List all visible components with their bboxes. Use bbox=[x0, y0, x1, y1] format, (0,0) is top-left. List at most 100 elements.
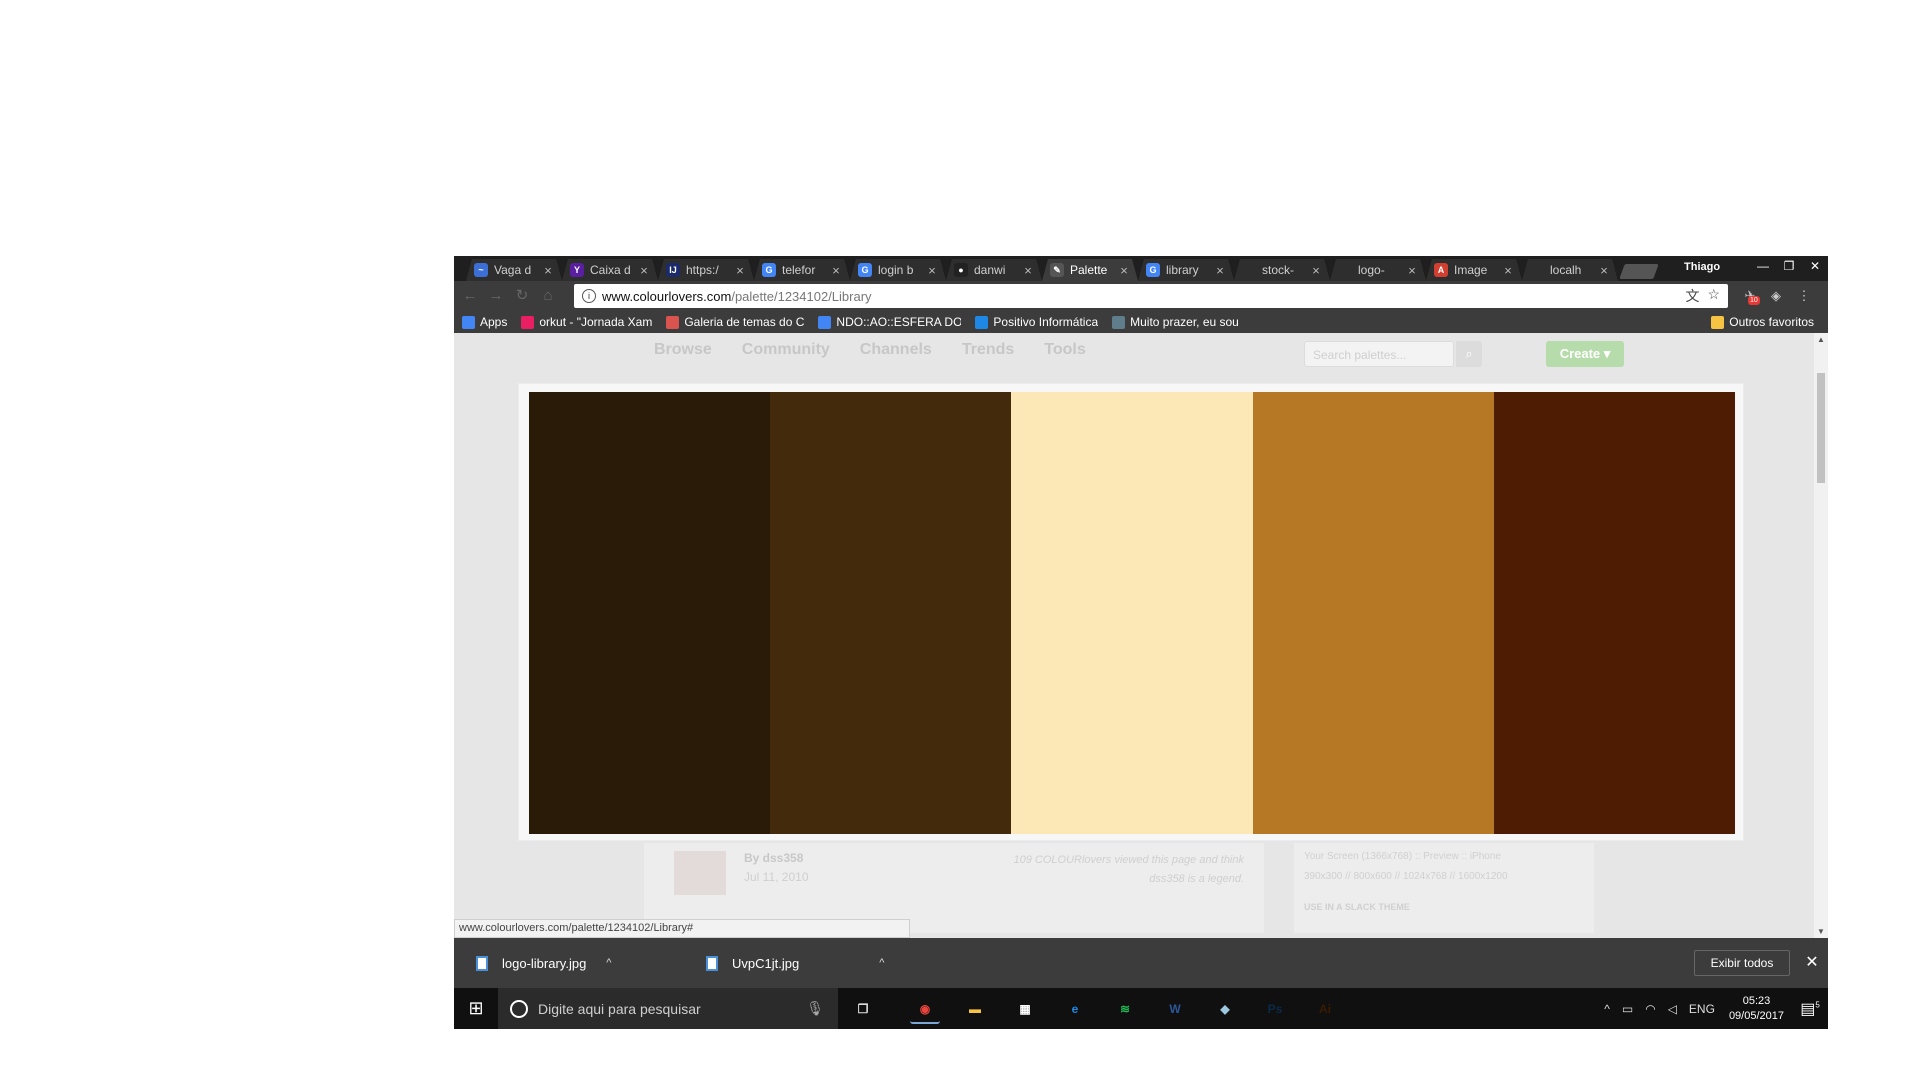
browser-tab[interactable]: ~ Vaga d × bbox=[466, 259, 562, 281]
window-controls: — ❐ ✕ bbox=[1750, 256, 1828, 276]
bookmark-star-icon[interactable]: ☆ bbox=[1707, 286, 1720, 306]
browser-tab[interactable]: localh × bbox=[1522, 259, 1618, 281]
close-tab-icon[interactable]: × bbox=[1404, 263, 1420, 278]
site-nav-trends[interactable]: Trends bbox=[962, 341, 1014, 365]
scroll-down-icon[interactable]: ▼ bbox=[1814, 927, 1828, 936]
bookmark-item[interactable]: Apps bbox=[462, 315, 507, 329]
word-icon[interactable]: W bbox=[1160, 994, 1190, 1024]
tab-label: https:/ bbox=[686, 263, 719, 277]
show-all-button[interactable]: Exibir todos bbox=[1694, 950, 1790, 976]
close-icon[interactable]: ✕ bbox=[1802, 950, 1822, 976]
home-icon[interactable]: ⌂ bbox=[538, 286, 558, 306]
browser-tab[interactable]: Glibrary × bbox=[1138, 259, 1234, 281]
battery-icon[interactable]: ▭ bbox=[1622, 1002, 1633, 1016]
browser-tab[interactable]: Glogin b × bbox=[850, 259, 946, 281]
site-info-icon[interactable]: i bbox=[582, 289, 596, 303]
site-nav-channels[interactable]: Channels bbox=[860, 341, 932, 365]
language-indicator[interactable]: ENG bbox=[1689, 1002, 1715, 1016]
notification-icon[interactable]: ▤5 bbox=[1792, 999, 1828, 1019]
palette-swatch[interactable] bbox=[1252, 392, 1494, 834]
bookmark-item[interactable]: Positivo Informática bbox=[975, 315, 1098, 329]
windows-start-icon[interactable]: ⊞ bbox=[454, 988, 498, 1029]
browser-tab[interactable]: stock- × bbox=[1234, 259, 1330, 281]
browser-tab[interactable]: IJ https:/ × bbox=[658, 259, 754, 281]
close-tab-icon[interactable]: × bbox=[1116, 263, 1132, 278]
site-search-input[interactable]: Search palettes... bbox=[1304, 341, 1454, 367]
browser-tab[interactable]: A Image × bbox=[1426, 259, 1522, 281]
download-item[interactable]: logo-library.jpg ^ bbox=[454, 946, 611, 980]
close-tab-icon[interactable]: × bbox=[1500, 263, 1516, 278]
close-window-icon[interactable]: ✕ bbox=[1802, 256, 1828, 276]
microphone-icon[interactable]: 🎙 bbox=[806, 1000, 824, 1017]
browser-toolbar: ← → ↻ ⌂ i www.colourlovers.com /palette/… bbox=[454, 281, 1828, 311]
download-item[interactable]: UvpC1jt.jpg ^ bbox=[684, 946, 884, 980]
author-line[interactable]: By dss358 bbox=[744, 851, 803, 865]
chevron-up-icon[interactable]: ^ bbox=[606, 957, 611, 969]
chevron-up-icon[interactable]: ^ bbox=[879, 957, 884, 969]
close-tab-icon[interactable]: × bbox=[828, 263, 844, 278]
scroll-thumb[interactable] bbox=[1817, 373, 1825, 483]
close-tab-icon[interactable]: × bbox=[636, 263, 652, 278]
paper-plane-app-icon[interactable]: ◆ bbox=[1210, 994, 1240, 1024]
close-tab-icon[interactable]: × bbox=[924, 263, 940, 278]
bookmark-item[interactable]: orkut - "Jornada Xam bbox=[521, 315, 652, 329]
screen-line[interactable]: Your Screen (1366x768) :: Preview :: iPh… bbox=[1304, 847, 1584, 867]
bookmark-item[interactable]: Muito prazer, eu sou bbox=[1112, 315, 1239, 329]
close-tab-icon[interactable]: × bbox=[1020, 263, 1036, 278]
store-icon[interactable]: ▦ bbox=[1010, 994, 1040, 1024]
scroll-up-icon[interactable]: ▲ bbox=[1814, 335, 1828, 344]
avatar[interactable] bbox=[674, 851, 726, 895]
browser-tab[interactable]: Gtelefor × bbox=[754, 259, 850, 281]
palette-swatch[interactable] bbox=[1493, 392, 1736, 834]
page-scrollbar[interactable]: ▲ ▼ bbox=[1814, 333, 1828, 938]
tab-label: stock- bbox=[1262, 263, 1295, 277]
taskbar-search[interactable]: Digite aqui para pesquisar 🎙 bbox=[498, 988, 838, 1029]
minimize-icon[interactable]: — bbox=[1750, 256, 1776, 276]
browser-tab[interactable]: ● danwi × bbox=[946, 259, 1042, 281]
create-button[interactable]: Create ▾ bbox=[1546, 341, 1624, 367]
search-icon[interactable]: ⌕ bbox=[1456, 341, 1482, 367]
bookmark-item[interactable]: Galeria de temas do C bbox=[666, 315, 804, 329]
palette-swatch[interactable] bbox=[1011, 392, 1253, 834]
close-tab-icon[interactable]: × bbox=[1596, 263, 1612, 278]
chevron-up-icon[interactable]: ^ bbox=[1604, 1002, 1610, 1016]
volume-icon[interactable]: ◁ bbox=[1668, 1002, 1677, 1016]
clock[interactable]: 05:23 09/05/2017 bbox=[1729, 994, 1784, 1024]
close-tab-icon[interactable]: × bbox=[1308, 263, 1324, 278]
extension-icon[interactable]: ✈10 bbox=[1740, 286, 1760, 306]
photoshop-icon[interactable]: Ps bbox=[1260, 994, 1290, 1024]
extension-2-icon[interactable]: ◈ bbox=[1766, 286, 1786, 306]
translate-icon[interactable]: 文 bbox=[1685, 286, 1699, 306]
address-bar[interactable]: i www.colourlovers.com /palette/1234102/… bbox=[574, 284, 1728, 308]
file-explorer-icon[interactable]: ▬ bbox=[960, 994, 990, 1024]
chrome-icon[interactable]: ◉ bbox=[910, 994, 940, 1024]
browser-tab[interactable]: Y Caixa d × bbox=[562, 259, 658, 281]
illustrator-icon[interactable]: Ai bbox=[1310, 994, 1340, 1024]
spotify-icon[interactable]: ≋ bbox=[1110, 994, 1140, 1024]
bookmark-item[interactable]: NDO::AO::ESFERA DO bbox=[818, 315, 961, 329]
chrome-menu-icon[interactable]: ⋮ bbox=[1794, 286, 1814, 306]
new-tab-button[interactable] bbox=[1619, 264, 1659, 279]
wifi-icon[interactable]: ◠ bbox=[1645, 1002, 1655, 1016]
browser-tab[interactable]: ✎ Palette × bbox=[1042, 259, 1138, 281]
close-tab-icon[interactable]: × bbox=[732, 263, 748, 278]
palette-swatch[interactable] bbox=[529, 392, 771, 834]
sizes-line[interactable]: 390x300 // 800x600 // 1024x768 // 1600x1… bbox=[1304, 867, 1584, 887]
task-view-icon[interactable]: ❐ bbox=[848, 994, 878, 1024]
bookmark-label: orkut - "Jornada Xam bbox=[539, 315, 653, 329]
edge-icon[interactable]: e bbox=[1060, 994, 1090, 1024]
site-nav-tools[interactable]: Tools bbox=[1044, 341, 1085, 365]
close-tab-icon[interactable]: × bbox=[540, 263, 556, 278]
profile-button[interactable]: Thiago bbox=[1674, 258, 1730, 278]
reload-icon[interactable]: ↻ bbox=[512, 286, 532, 306]
close-tab-icon[interactable]: × bbox=[1212, 263, 1228, 278]
forward-icon[interactable]: → bbox=[486, 286, 506, 306]
back-icon[interactable]: ← bbox=[460, 286, 480, 306]
tab-label: Image bbox=[1454, 263, 1488, 277]
restore-icon[interactable]: ❐ bbox=[1776, 256, 1802, 276]
site-nav-browse[interactable]: Browse bbox=[654, 341, 712, 365]
site-nav-community[interactable]: Community bbox=[742, 341, 830, 365]
other-bookmarks[interactable]: Outros favoritos bbox=[1711, 315, 1814, 329]
browser-tab[interactable]: logo- × bbox=[1330, 259, 1426, 281]
palette-swatch[interactable] bbox=[770, 392, 1012, 834]
